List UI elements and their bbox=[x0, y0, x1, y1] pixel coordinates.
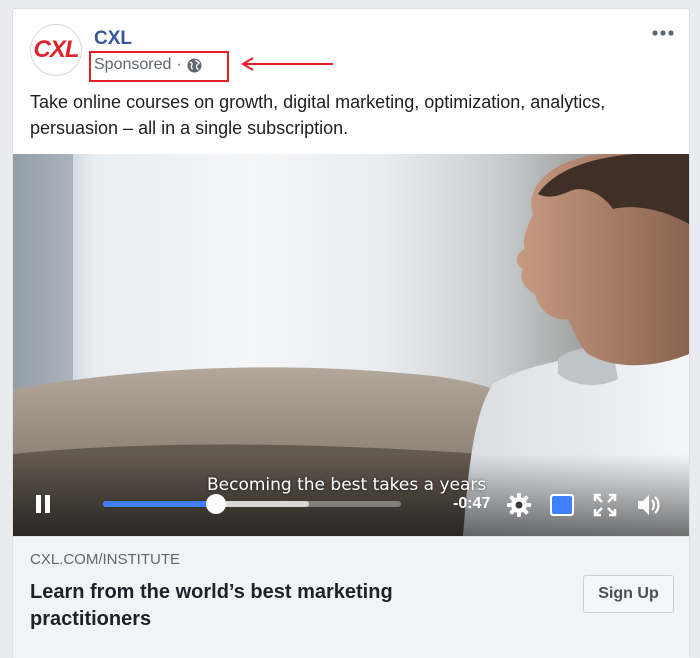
link-title[interactable]: Learn from the world’s best marketing pr… bbox=[30, 579, 510, 633]
cxl-logo: CXL bbox=[33, 36, 80, 63]
link-preview[interactable]: CXL.COM/INSTITUTE Learn from the world’s… bbox=[13, 536, 689, 658]
time-remaining: -0:47 bbox=[453, 495, 491, 512]
sign-up-button[interactable]: Sign Up bbox=[583, 575, 674, 613]
video-player[interactable]: Becoming the best takes a years -0:47 bbox=[13, 154, 689, 536]
page-avatar[interactable]: CXL bbox=[30, 24, 82, 76]
progress-bar[interactable] bbox=[103, 494, 401, 514]
link-domain: CXL.COM/INSTITUTE bbox=[30, 551, 181, 568]
progress-played bbox=[103, 501, 217, 507]
page-name-link[interactable]: CXL bbox=[94, 28, 132, 50]
picture-in-picture-icon[interactable] bbox=[548, 491, 576, 519]
pause-icon[interactable] bbox=[35, 494, 51, 514]
post-text: Take online courses on growth, digital m… bbox=[30, 92, 606, 138]
gear-icon[interactable] bbox=[505, 491, 533, 519]
sponsored-post-card: CXL CXL Sponsored · Take online courses … bbox=[12, 8, 690, 658]
annotation-highlight-box bbox=[89, 51, 229, 82]
fullscreen-icon[interactable] bbox=[591, 491, 619, 519]
video-controls: -0:47 bbox=[13, 480, 689, 536]
progress-scrubber-handle[interactable] bbox=[206, 494, 227, 514]
more-options-icon[interactable] bbox=[650, 23, 676, 43]
volume-icon[interactable] bbox=[635, 491, 663, 519]
left-arrow-icon bbox=[241, 57, 333, 71]
